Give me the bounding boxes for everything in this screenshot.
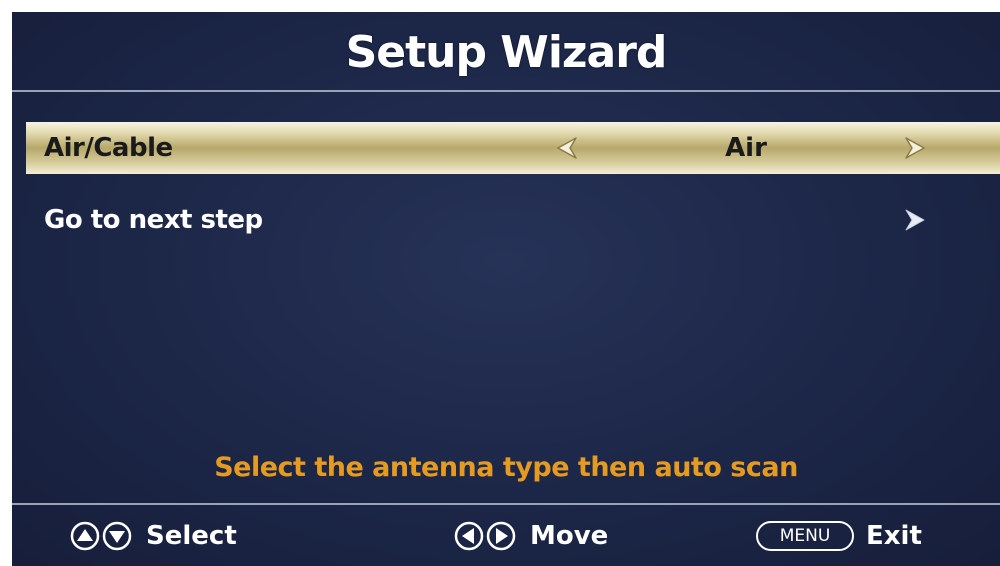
select-label: Select xyxy=(146,520,237,551)
menu-item-label: Go to next step xyxy=(44,205,263,235)
page-title: Setup Wizard xyxy=(345,26,668,78)
hint-text: Select the antenna type then auto scan xyxy=(214,452,798,483)
footer-select-hint: Select xyxy=(70,505,237,566)
footer-move-hint: Move xyxy=(454,505,608,566)
menu-item-value: Air xyxy=(725,133,767,163)
setup-wizard-screen: Setup Wizard Air/Cable Air Go to next st… xyxy=(12,12,1000,566)
move-label: Move xyxy=(530,520,609,551)
up-arrow-icon xyxy=(70,521,100,550)
left-arrow-icon xyxy=(454,521,484,550)
footer-bar: Select Move MENU Exit xyxy=(12,505,1000,566)
menu-item-air-cable[interactable]: Air/Cable Air xyxy=(26,122,1000,174)
exit-label: Exit xyxy=(866,520,922,551)
footer-exit-hint: MENU Exit xyxy=(756,505,922,566)
menu-item-label: Air/Cable xyxy=(44,133,173,163)
menu-key-icon: MENU xyxy=(756,520,854,551)
menu-item-next-step[interactable]: Go to next step xyxy=(26,194,1000,246)
right-arrow-icon xyxy=(486,521,516,550)
header-divider xyxy=(12,90,1000,92)
title-bar: Setup Wizard xyxy=(12,12,1000,92)
left-arrow-icon[interactable] xyxy=(554,134,582,162)
down-arrow-icon xyxy=(102,521,132,550)
right-arrow-icon[interactable] xyxy=(900,134,928,162)
chevron-right-icon[interactable] xyxy=(900,206,928,234)
